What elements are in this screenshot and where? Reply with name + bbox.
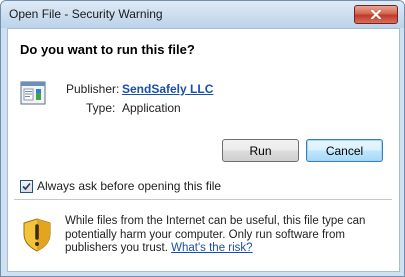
security-warning-dialog: Open File - Security Warning Do you want… bbox=[0, 0, 405, 277]
whats-the-risk-link[interactable]: What's the risk? bbox=[171, 242, 252, 254]
cancel-button[interactable]: Cancel bbox=[306, 139, 383, 162]
title-bar[interactable]: Open File - Security Warning bbox=[1, 1, 404, 28]
dialog-content: Do you want to run this file? Publisher:… bbox=[7, 28, 400, 272]
publisher-label: Publisher: bbox=[66, 82, 120, 96]
always-ask-checkbox[interactable] bbox=[20, 179, 33, 193]
window-title: Open File - Security Warning bbox=[9, 7, 163, 21]
warning-message: While files from the Internet can be use… bbox=[65, 215, 385, 256]
publisher-link[interactable]: SendSafely LLC bbox=[122, 82, 213, 96]
question-heading: Do you want to run this file? bbox=[20, 42, 195, 57]
always-ask-label: Always ask before opening this file bbox=[37, 179, 222, 193]
check-icon bbox=[22, 182, 31, 190]
type-value: Application bbox=[122, 101, 181, 115]
type-label: Type: bbox=[86, 101, 116, 115]
warning-section: While files from the Internet can be use… bbox=[8, 200, 399, 271]
close-icon bbox=[371, 10, 381, 19]
close-button[interactable] bbox=[354, 5, 398, 24]
run-button[interactable]: Run bbox=[222, 139, 299, 162]
security-shield-icon bbox=[23, 218, 51, 252]
application-file-icon bbox=[20, 81, 46, 105]
always-ask-option[interactable]: Always ask before opening this file bbox=[20, 179, 221, 193]
